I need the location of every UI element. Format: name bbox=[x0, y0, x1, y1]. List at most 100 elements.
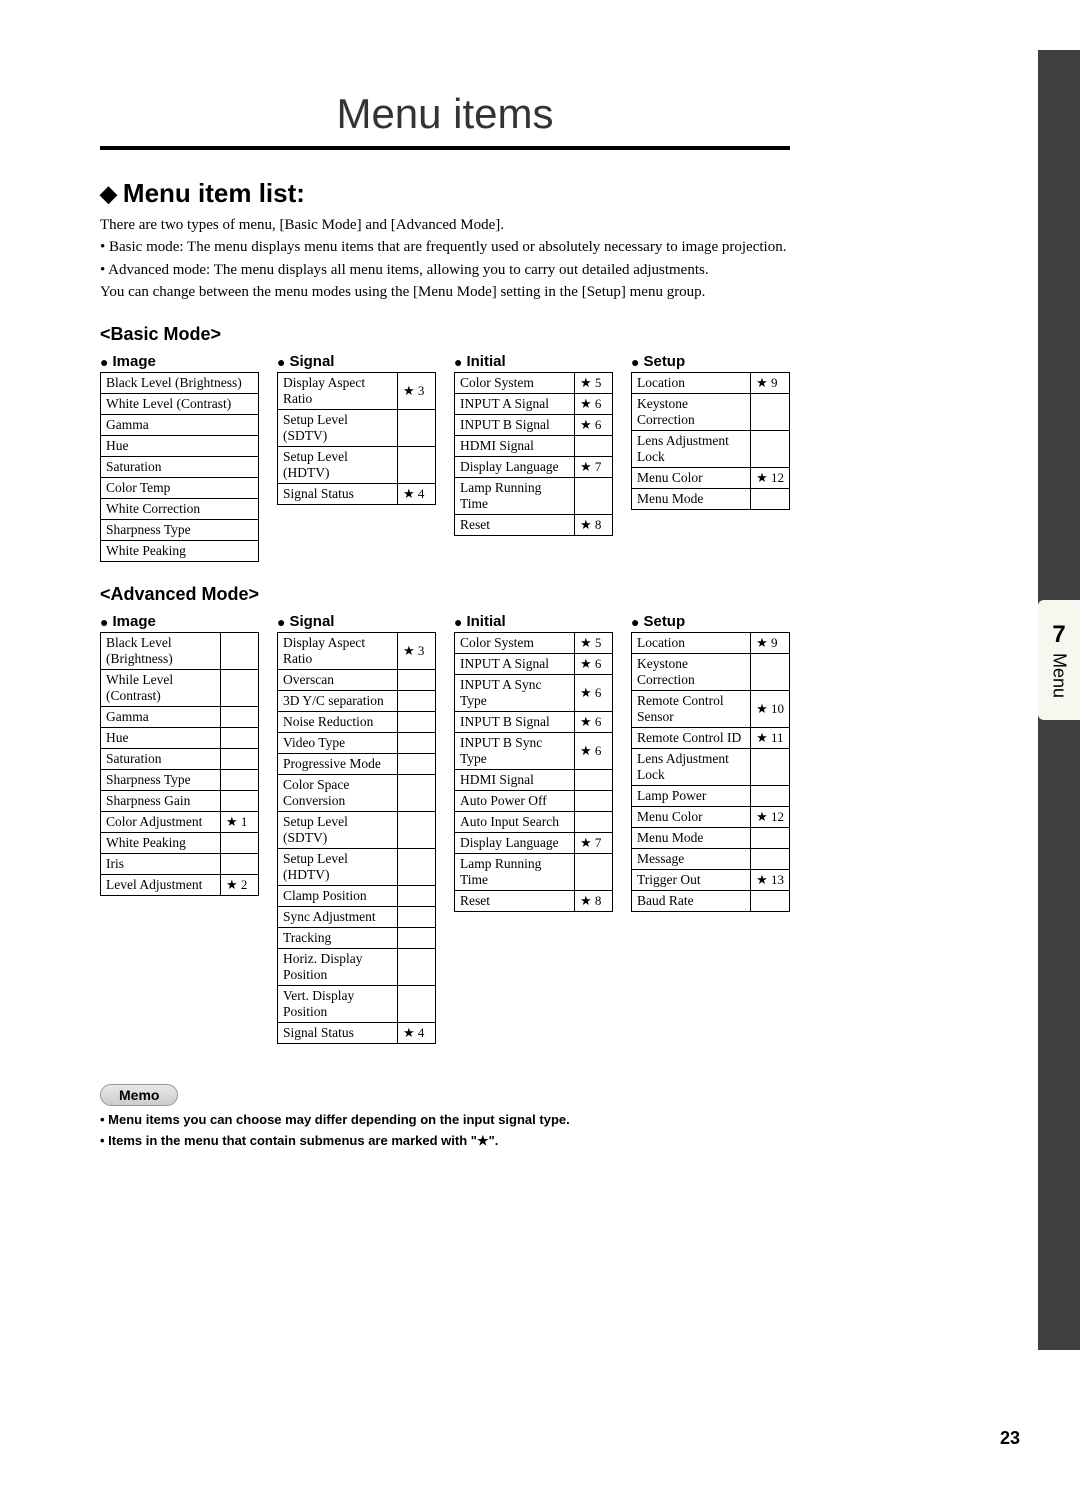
menu-item-row: Gamma bbox=[101, 707, 259, 728]
menu-item-label: Color System bbox=[455, 633, 575, 654]
menu-item-row: Saturation bbox=[101, 749, 259, 770]
menu-item-label: Vert. Display Position bbox=[278, 986, 398, 1023]
menu-item-note bbox=[398, 410, 436, 447]
menu-item-label: Reset bbox=[455, 515, 575, 536]
menu-item-note bbox=[221, 770, 259, 791]
star-icon: ★ bbox=[580, 396, 592, 411]
menu-item-row: Setup Level (HDTV) bbox=[278, 849, 436, 886]
menu-item-label: Black Level (Brightness) bbox=[101, 633, 221, 670]
chapter-label: Menu bbox=[1049, 653, 1070, 698]
bullet-icon: ● bbox=[631, 354, 639, 370]
menu-item-row: White Peaking bbox=[101, 833, 259, 854]
menu-item-label: Hue bbox=[101, 436, 259, 457]
menu-item-row: Lens Adjustment Lock bbox=[632, 749, 790, 786]
menu-item-row: Noise Reduction bbox=[278, 712, 436, 733]
page-number: 23 bbox=[1000, 1428, 1020, 1449]
star-icon: ★ bbox=[403, 383, 415, 398]
title-underline bbox=[100, 146, 790, 150]
menu-item-note bbox=[751, 891, 790, 912]
menu-item-note bbox=[221, 670, 259, 707]
col-header-label: Signal bbox=[289, 353, 334, 370]
basic-signal-column: ●Signal Display Aspect Ratio★ 3Setup Lev… bbox=[277, 349, 436, 505]
menu-item-row: Menu Mode bbox=[632, 489, 790, 510]
menu-item-note: ★ 6 bbox=[575, 654, 613, 675]
menu-item-note bbox=[398, 949, 436, 986]
menu-item-row: Display Aspect Ratio★ 3 bbox=[278, 373, 436, 410]
menu-item-label: Menu Color bbox=[632, 807, 751, 828]
menu-item-label: Hue bbox=[101, 728, 221, 749]
star-icon: ★ bbox=[580, 375, 592, 390]
menu-item-label: 3D Y/C separation bbox=[278, 691, 398, 712]
menu-item-row: Tracking bbox=[278, 928, 436, 949]
menu-item-row: Gamma bbox=[101, 415, 259, 436]
menu-item-row: Horiz. Display Position bbox=[278, 949, 436, 986]
menu-item-note bbox=[398, 775, 436, 812]
menu-item-row: Setup Level (HDTV) bbox=[278, 447, 436, 484]
menu-item-note bbox=[575, 436, 613, 457]
star-icon: ★ bbox=[756, 635, 768, 650]
menu-item-label: White Peaking bbox=[101, 541, 259, 562]
menu-item-label: Level Adjustment bbox=[101, 875, 221, 896]
menu-item-row: Color Space Conversion bbox=[278, 775, 436, 812]
menu-item-row: Setup Level (SDTV) bbox=[278, 410, 436, 447]
menu-item-note bbox=[398, 812, 436, 849]
menu-item-note bbox=[221, 833, 259, 854]
star-icon: ★ bbox=[403, 1025, 415, 1040]
menu-item-label: Baud Rate bbox=[632, 891, 751, 912]
menu-item-label: Auto Power Off bbox=[455, 791, 575, 812]
menu-item-row: Display Language★ 7 bbox=[455, 457, 613, 478]
menu-item-label: Progressive Mode bbox=[278, 754, 398, 775]
menu-item-row: Lamp Running Time bbox=[455, 854, 613, 891]
menu-item-note bbox=[221, 707, 259, 728]
menu-item-row: HDMI Signal bbox=[455, 436, 613, 457]
star-icon: ★ bbox=[756, 730, 768, 745]
menu-item-note bbox=[398, 670, 436, 691]
menu-item-row: White Correction bbox=[101, 499, 259, 520]
basic-signal-table: Display Aspect Ratio★ 3Setup Level (SDTV… bbox=[277, 372, 436, 505]
intro-line: There are two types of menu, [Basic Mode… bbox=[100, 215, 790, 235]
advanced-mode-title: <Advanced Mode> bbox=[100, 584, 790, 605]
basic-setup-column: ●Setup Location★ 9Keystone CorrectionLen… bbox=[631, 349, 790, 510]
menu-item-label: INPUT B Signal bbox=[455, 712, 575, 733]
menu-item-row: Baud Rate bbox=[632, 891, 790, 912]
menu-item-note bbox=[751, 828, 790, 849]
menu-item-row: Color Temp bbox=[101, 478, 259, 499]
advanced-setup-column: ●Setup Location★ 9Keystone CorrectionRem… bbox=[631, 609, 790, 912]
chapter-number: 7 bbox=[1052, 621, 1065, 649]
menu-item-note bbox=[575, 791, 613, 812]
menu-item-row: Signal Status★ 4 bbox=[278, 484, 436, 505]
intro-line: • Basic mode: The menu displays menu ite… bbox=[100, 237, 790, 257]
menu-item-note bbox=[398, 712, 436, 733]
menu-item-row: INPUT B Sync Type★ 6 bbox=[455, 733, 613, 770]
star-icon: ★ bbox=[580, 714, 592, 729]
menu-item-note bbox=[221, 728, 259, 749]
menu-item-label: Sharpness Type bbox=[101, 770, 221, 791]
menu-item-note: ★ 6 bbox=[575, 733, 613, 770]
menu-item-note bbox=[398, 733, 436, 754]
memo-notes: • Menu items you can choose may differ d… bbox=[100, 1112, 790, 1149]
menu-item-note bbox=[398, 986, 436, 1023]
menu-item-row: Keystone Correction bbox=[632, 654, 790, 691]
menu-item-note: ★ 13 bbox=[751, 870, 790, 891]
menu-item-note: ★ 8 bbox=[575, 515, 613, 536]
menu-item-note: ★ 7 bbox=[575, 833, 613, 854]
menu-item-row: Video Type bbox=[278, 733, 436, 754]
star-icon: ★ bbox=[580, 893, 592, 908]
basic-mode-title: <Basic Mode> bbox=[100, 324, 790, 345]
star-icon: ★ bbox=[756, 809, 768, 824]
menu-item-row: Reset★ 8 bbox=[455, 515, 613, 536]
menu-item-note bbox=[751, 431, 790, 468]
advanced-image-table: Black Level (Brightness)While Level (Con… bbox=[100, 632, 259, 896]
basic-setup-table: Location★ 9Keystone CorrectionLens Adjus… bbox=[631, 372, 790, 510]
menu-item-row: White Level (Contrast) bbox=[101, 394, 259, 415]
basic-initial-column: ●Initial Color System★ 5INPUT A Signal★ … bbox=[454, 349, 613, 536]
menu-item-label: Display Language bbox=[455, 457, 575, 478]
menu-item-row: Iris bbox=[101, 854, 259, 875]
star-icon: ★ bbox=[403, 643, 415, 658]
menu-item-label: White Correction bbox=[101, 499, 259, 520]
menu-item-row: Sharpness Type bbox=[101, 520, 259, 541]
menu-item-note bbox=[398, 886, 436, 907]
menu-item-note: ★ 12 bbox=[751, 807, 790, 828]
memo-line: • Items in the menu that contain submenu… bbox=[100, 1133, 790, 1149]
menu-item-note: ★ 2 bbox=[221, 875, 259, 896]
